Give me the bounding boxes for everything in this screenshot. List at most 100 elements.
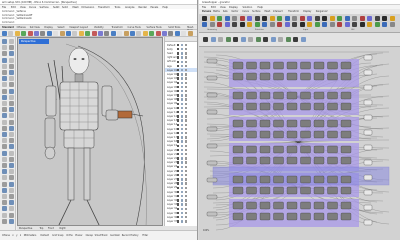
toolbar-icon[interactable] <box>168 31 174 36</box>
layer-color-swatch[interactable] <box>177 182 180 185</box>
lock-icon[interactable] <box>185 220 188 223</box>
toolbar-icon[interactable] <box>130 31 135 36</box>
sidebar-tool-icon[interactable] <box>8 150 14 156</box>
component-icon[interactable] <box>389 22 395 27</box>
toolbar-icon[interactable] <box>136 31 142 36</box>
sidebar-tool-icon[interactable] <box>2 82 7 88</box>
sidebar-tool-icon[interactable] <box>2 163 7 168</box>
toolbar-icon[interactable] <box>155 31 161 36</box>
lock-icon[interactable] <box>185 106 188 110</box>
toolbar-icon[interactable] <box>46 31 52 36</box>
status-item[interactable]: Gumball <box>110 234 120 237</box>
component-icon[interactable] <box>352 16 357 21</box>
lightbulb-icon[interactable] <box>181 48 184 51</box>
gh-tab[interactable]: Display <box>303 10 311 13</box>
lightbulb-icon[interactable] <box>181 115 184 118</box>
lightbulb-icon[interactable] <box>181 165 184 169</box>
status-item[interactable]: Ortho <box>66 234 73 237</box>
component-icon[interactable] <box>367 16 372 21</box>
component-icon[interactable] <box>292 22 297 27</box>
lightbulb-icon[interactable] <box>181 220 184 223</box>
status-item[interactable]: SmartTrack <box>95 234 108 237</box>
component-icon[interactable] <box>337 16 342 21</box>
canvas-tool-icon[interactable] <box>278 37 283 42</box>
sidebar-tool-icon[interactable] <box>2 200 7 206</box>
sidebar-tool-icon[interactable] <box>8 113 14 119</box>
lock-icon[interactable] <box>185 207 188 211</box>
lock-icon[interactable] <box>185 199 188 202</box>
toolbar-icon[interactable] <box>85 31 91 36</box>
lock-icon[interactable] <box>185 69 188 72</box>
gh-tab[interactable]: Transform <box>288 10 299 13</box>
component-icon[interactable] <box>367 22 372 27</box>
layer-color-swatch[interactable] <box>177 73 180 76</box>
lock-icon[interactable] <box>185 123 188 127</box>
lock-icon[interactable] <box>185 174 188 177</box>
lightbulb-icon[interactable] <box>181 199 184 202</box>
sidebar-tool-icon[interactable] <box>8 82 14 88</box>
layer-color-swatch[interactable] <box>177 81 180 85</box>
layer-color-swatch[interactable] <box>177 195 180 198</box>
sidebar-tool-icon[interactable] <box>2 132 7 137</box>
status-item[interactable]: y <box>16 234 17 237</box>
toolbar-icon[interactable] <box>27 31 33 36</box>
component-icon[interactable] <box>284 22 290 27</box>
sidebar-tool-icon[interactable] <box>8 70 14 75</box>
toolbar-icon[interactable] <box>78 31 84 36</box>
toolbar-icon[interactable] <box>91 31 97 36</box>
layer-color-swatch[interactable] <box>177 136 180 139</box>
toolbar-tab[interactable]: Solid Tools <box>168 26 180 29</box>
sidebar-tool-icon[interactable] <box>8 200 14 206</box>
toolbar-tab[interactable]: Standard <box>2 26 14 29</box>
lightbulb-icon[interactable] <box>181 77 184 80</box>
layer-color-swatch[interactable] <box>177 190 180 194</box>
layer-color-swatch[interactable] <box>177 127 180 131</box>
toolbar-tab[interactable]: Viewport Layout <box>69 26 88 29</box>
sidebar-tool-icon[interactable] <box>2 156 7 162</box>
toolbar-tab[interactable]: Surface Tools <box>146 26 161 29</box>
gh-tab[interactable]: Intersect <box>273 10 283 13</box>
lightbulb-icon[interactable] <box>181 178 184 181</box>
component-icon[interactable] <box>269 22 275 27</box>
gh-tab[interactable]: Maths <box>213 10 220 13</box>
toolbar-icon[interactable] <box>8 31 14 36</box>
component-icon[interactable] <box>224 16 230 21</box>
sidebar-tool-icon[interactable] <box>2 181 7 187</box>
sidebar-tool-icon[interactable] <box>2 169 7 175</box>
canvas-tool-icon[interactable] <box>210 37 216 42</box>
component-icon[interactable] <box>314 22 320 27</box>
lock-icon[interactable] <box>185 144 188 148</box>
gh-tab[interactable]: Kangaroo2 <box>316 10 328 13</box>
canvas-tool-icon[interactable] <box>233 37 238 42</box>
lock-icon[interactable] <box>185 169 188 173</box>
layer-color-swatch[interactable] <box>177 216 180 219</box>
status-item[interactable]: Grid Snap <box>52 234 63 237</box>
canvas-tool-icon[interactable] <box>300 37 306 42</box>
layer-color-swatch[interactable] <box>177 69 180 72</box>
sidebar-tool-icon[interactable] <box>2 39 7 44</box>
component-icon[interactable] <box>329 16 335 21</box>
layer-color-swatch[interactable] <box>177 186 180 190</box>
layer-row[interactable]: Layer 37 <box>165 219 197 223</box>
component-icon[interactable] <box>314 16 320 21</box>
lock-icon[interactable] <box>185 73 188 76</box>
component-icon[interactable] <box>374 16 380 21</box>
sidebar-tool-icon[interactable] <box>8 212 14 218</box>
lock-icon[interactable] <box>185 203 188 206</box>
component-icon[interactable] <box>254 16 260 21</box>
gh-tab[interactable]: Surface <box>252 10 260 13</box>
lightbulb-icon[interactable] <box>181 52 184 55</box>
toolbar-icon[interactable] <box>59 31 65 36</box>
sidebar-tool-icon[interactable] <box>2 70 7 75</box>
component-icon[interactable] <box>209 22 215 27</box>
sidebar-tool-icon[interactable] <box>8 138 14 144</box>
sidebar-tool-icon[interactable] <box>8 125 14 131</box>
canvas-tool-icon[interactable] <box>270 37 276 42</box>
layer-color-swatch[interactable] <box>177 106 180 110</box>
sidebar-tool-icon[interactable] <box>8 45 14 51</box>
toolbar-icon[interactable] <box>66 31 71 36</box>
sidebar-tool-icon[interactable] <box>8 132 14 137</box>
component-icon[interactable] <box>209 16 215 21</box>
layer-color-swatch[interactable] <box>177 169 180 173</box>
sidebar-tool-icon[interactable] <box>8 169 14 175</box>
